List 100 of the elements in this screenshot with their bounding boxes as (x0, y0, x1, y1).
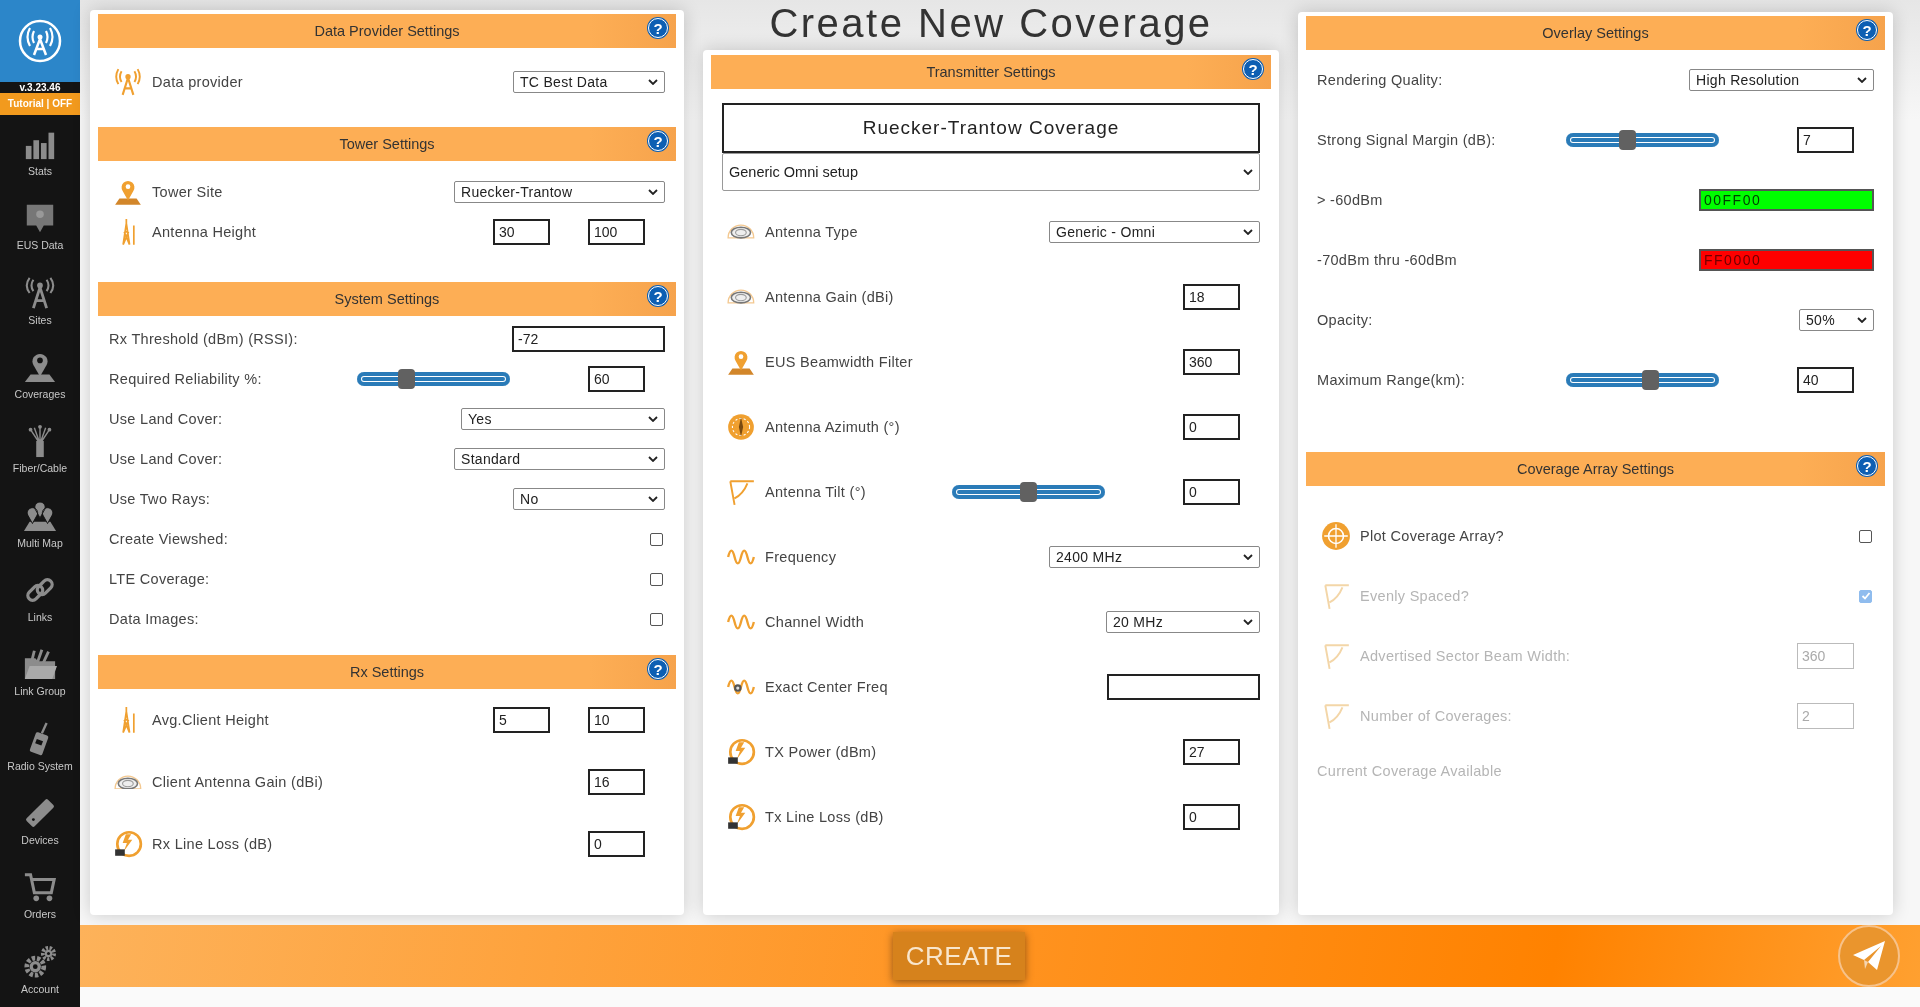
caret-icon (648, 79, 658, 85)
dropdown[interactable]: High Resolution (1689, 69, 1874, 91)
slider-thumb[interactable] (397, 369, 415, 389)
help-button[interactable]: ? (648, 18, 668, 38)
section-title: System Settings (334, 291, 440, 307)
input-field[interactable]: 5 (493, 707, 550, 733)
slider-thumb[interactable] (1619, 130, 1637, 150)
field-label: Frequency (765, 548, 837, 565)
input-field[interactable]: 0 (1183, 803, 1240, 830)
slider-track[interactable] (1566, 133, 1719, 147)
help-button[interactable]: ? (1857, 456, 1877, 476)
section-title: Overlay Settings (1542, 25, 1649, 41)
lattice-tower-icon (120, 706, 136, 734)
help-button[interactable]: ? (648, 131, 668, 151)
field-label: Data Images: (109, 611, 199, 627)
help-button[interactable]: ? (1857, 20, 1877, 40)
slider-track[interactable] (952, 484, 1105, 499)
help-button[interactable]: ? (648, 659, 668, 679)
sidebar-item[interactable]: Fiber/Cable (0, 412, 80, 487)
angle-icon (1321, 581, 1351, 611)
antenna-tower-icon (23, 275, 57, 310)
caret-icon (1243, 618, 1253, 625)
dish-icon (114, 774, 142, 790)
sidebar-item[interactable]: Devices (0, 783, 80, 859)
sidebar-item[interactable]: Radio System (0, 709, 80, 784)
slider-thumb[interactable] (1642, 370, 1660, 390)
dish-icon (727, 289, 755, 304)
sidebar-item[interactable]: Link Group (0, 635, 80, 710)
field-label: LTE Coverage: (109, 571, 210, 587)
input-field[interactable] (1107, 673, 1260, 700)
sidebar-item[interactable]: Orders (0, 858, 80, 933)
dropdown[interactable]: Ruecker-Trantow (454, 181, 665, 203)
checkbox[interactable] (650, 572, 663, 586)
angle-icon (1321, 701, 1351, 731)
help-button[interactable]: ? (648, 286, 668, 306)
coverage-name-field[interactable]: Ruecker-Trantow Coverage (722, 103, 1260, 153)
field-label: Required Reliability %: (109, 371, 262, 387)
crosshair-icon (1321, 521, 1351, 551)
field-label: Antenna Azimuth (°) (765, 418, 900, 435)
dish-icon (727, 224, 755, 239)
dropdown[interactable]: 50% (1799, 309, 1874, 331)
page-title: Create New Coverage (768, 0, 1214, 47)
sidebar-item[interactable]: Coverages (0, 338, 80, 413)
input-field[interactable]: 27 (1183, 738, 1240, 765)
dropdown[interactable]: 20 MHz (1106, 610, 1260, 633)
checkbox[interactable] (650, 532, 663, 546)
dropdown[interactable]: TC Best Data (513, 71, 665, 93)
dropdown[interactable]: Yes (461, 408, 665, 430)
antenna-tower-icon (113, 67, 143, 97)
slider-track[interactable] (1566, 373, 1719, 387)
color-field[interactable]: 00FF00 (1699, 189, 1874, 211)
sidebar-item[interactable]: Account (0, 932, 80, 1007)
gears-icon (23, 944, 57, 979)
input-field[interactable]: 30 (493, 219, 550, 245)
section-title: Transmitter Settings (926, 64, 1056, 80)
field-label: Tx Line Loss (dB) (765, 808, 884, 825)
input-field[interactable]: 360 (1183, 348, 1240, 375)
input-field[interactable]: 0 (1183, 413, 1240, 440)
caret-icon (1243, 553, 1253, 560)
field-label: Plot Coverage Array? (1360, 528, 1504, 544)
input-field[interactable]: 0 (1183, 478, 1240, 505)
input-field[interactable]: 18 (1183, 283, 1240, 310)
sidebar-item[interactable]: Multi Map (0, 486, 80, 561)
caret-icon (648, 456, 658, 462)
input-field[interactable]: 100 (588, 219, 645, 245)
caret-icon (1857, 77, 1867, 83)
field-label: Antenna Height (152, 224, 257, 240)
input-field[interactable]: 16 (588, 769, 645, 795)
lattice-tower-icon (120, 218, 136, 246)
field-label: Opacity: (1317, 312, 1373, 328)
slider-track[interactable] (357, 372, 510, 386)
lightning-circle-icon (113, 829, 143, 859)
sidebar-item[interactable]: Links (0, 560, 80, 636)
field-label: Client Antenna Gain (dBi) (152, 774, 324, 790)
input-field[interactable]: 60 (588, 366, 645, 392)
field-label: Use Land Cover: (109, 411, 223, 427)
dropdown[interactable]: No (513, 488, 665, 510)
dropdown[interactable]: Generic - Omni (1049, 220, 1260, 243)
checkbox[interactable] (650, 612, 663, 626)
field-label: Avg.Client Height (152, 712, 269, 728)
dropdown[interactable]: Generic Omni setup (722, 153, 1260, 191)
field-label: Antenna Type (765, 223, 858, 240)
sidebar-item[interactable]: Stats (0, 115, 80, 190)
input-field[interactable]: 10 (588, 707, 645, 733)
compass-icon (726, 411, 756, 442)
input-field[interactable]: 7 (1797, 127, 1854, 153)
help-button[interactable]: ? (1243, 59, 1263, 79)
slider-thumb[interactable] (1020, 481, 1037, 502)
sidebar-item[interactable]: EUS Data (0, 189, 80, 264)
checkbox[interactable] (1859, 529, 1872, 543)
dropdown[interactable]: Standard (454, 448, 665, 470)
field-label: Exact Center Freq (765, 678, 888, 695)
input-field[interactable]: -72 (512, 326, 665, 352)
field-label: Strong Signal Margin (dB): (1317, 132, 1496, 148)
input-field[interactable]: 0 (588, 831, 645, 857)
logo[interactable] (0, 0, 80, 82)
sidebar-item[interactable]: Sites (0, 263, 80, 338)
input-field[interactable]: 40 (1797, 367, 1854, 393)
field-label: Evenly Spaced? (1360, 588, 1469, 604)
dropdown[interactable]: 2400 MHz (1049, 545, 1260, 568)
